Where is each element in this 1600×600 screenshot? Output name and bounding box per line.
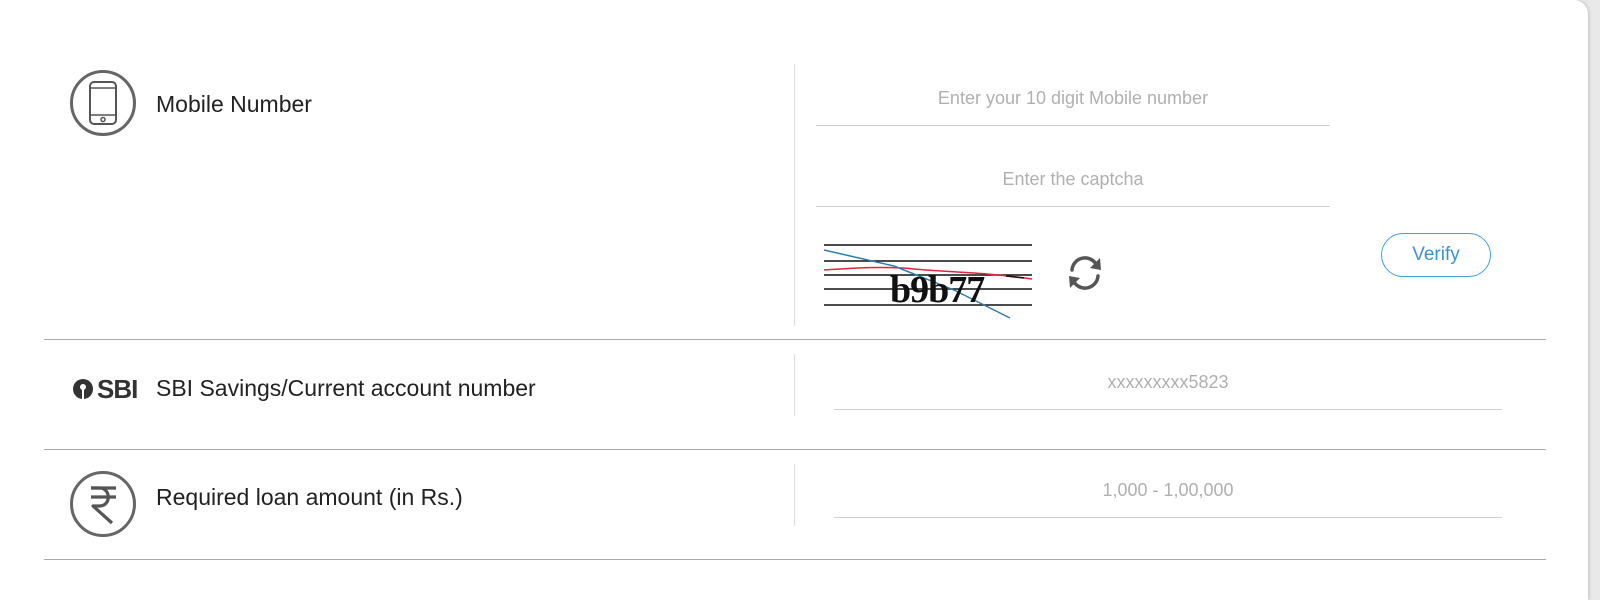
account-number-input[interactable] bbox=[834, 372, 1502, 393]
account-number-field bbox=[834, 372, 1502, 410]
verify-button[interactable]: Verify bbox=[1381, 233, 1491, 277]
mobile-row: Mobile Number b9b77 bbox=[44, 0, 1546, 340]
mobile-phone-icon bbox=[70, 70, 136, 136]
sbi-logo-icon: SBI bbox=[72, 373, 138, 404]
captcha-text: b9b77 bbox=[890, 269, 985, 311]
row-divider-vertical bbox=[794, 354, 795, 416]
mobile-number-input[interactable] bbox=[816, 88, 1330, 109]
loan-row: Required loan amount (in Rs.) bbox=[44, 450, 1546, 560]
mobile-number-label: Mobile Number bbox=[156, 91, 312, 117]
captcha-input[interactable] bbox=[816, 169, 1330, 190]
mobile-number-field bbox=[816, 88, 1330, 126]
captcha-image: b9b77 bbox=[824, 244, 1034, 320]
account-number-label: SBI Savings/Current account number bbox=[156, 375, 536, 401]
loan-amount-field bbox=[834, 480, 1502, 518]
loan-amount-label: Required loan amount (in Rs.) bbox=[156, 484, 463, 510]
loan-amount-input[interactable] bbox=[834, 480, 1502, 501]
refresh-icon bbox=[1069, 256, 1101, 290]
refresh-captcha-button[interactable] bbox=[1064, 252, 1106, 294]
rupee-icon bbox=[70, 471, 136, 537]
account-row: SBI SBI Savings/Current account number bbox=[44, 340, 1546, 450]
row-divider-vertical bbox=[794, 64, 795, 326]
captcha-field bbox=[816, 169, 1330, 207]
row-divider-vertical bbox=[794, 464, 795, 526]
sbi-logo-text: SBI bbox=[97, 373, 138, 404]
form-card: Mobile Number b9b77 bbox=[0, 0, 1588, 600]
